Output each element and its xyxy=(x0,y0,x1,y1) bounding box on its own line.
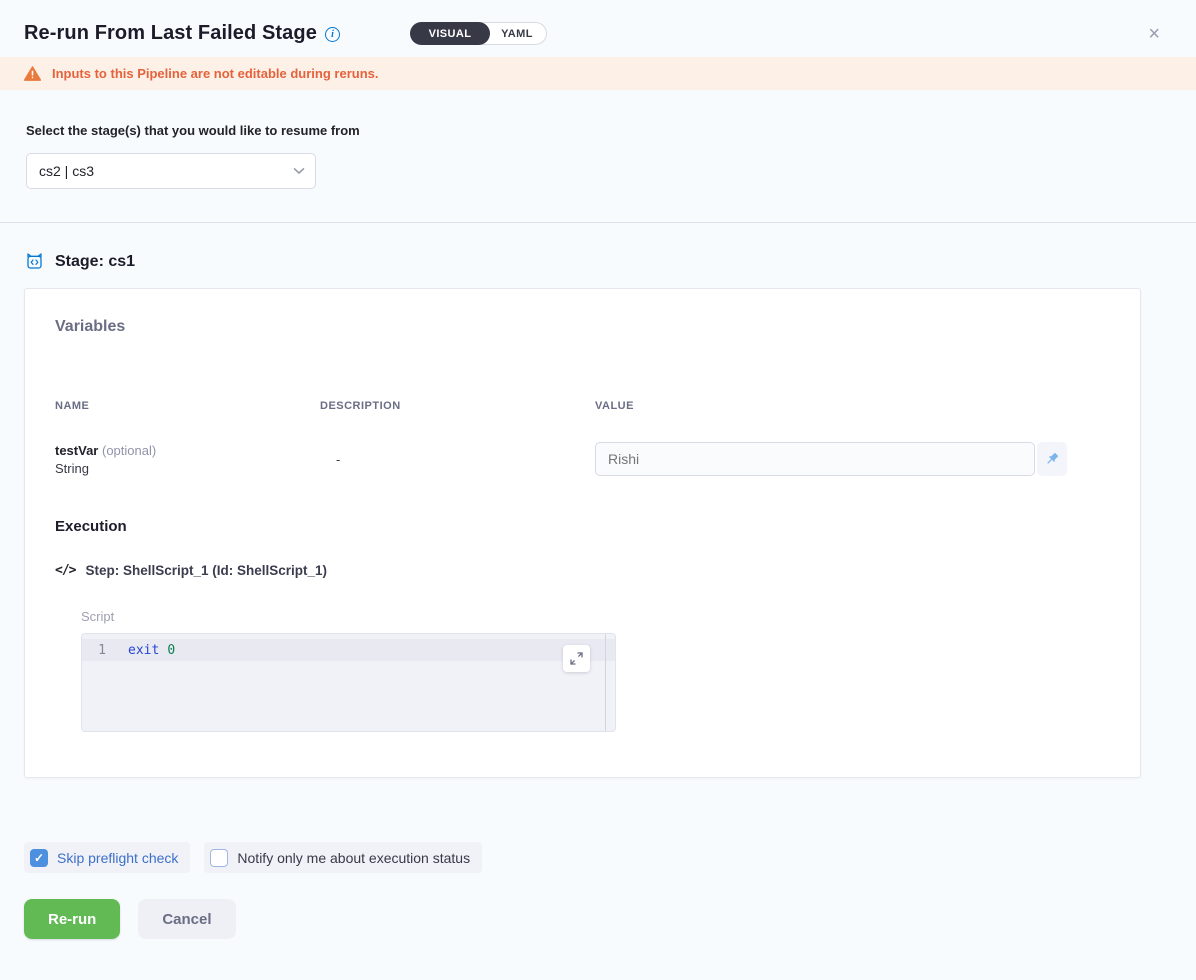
stage-select-label: Select the stage(s) that you would like … xyxy=(26,123,1170,138)
skip-preflight-label: Skip preflight check xyxy=(57,850,178,866)
notify-me-option[interactable]: Notify only me about execution status xyxy=(204,842,482,873)
variable-description: - xyxy=(320,452,595,467)
skip-preflight-option[interactable]: Skip preflight check xyxy=(24,842,190,873)
skip-preflight-checkbox[interactable] xyxy=(30,849,48,867)
code-step-icon: </> xyxy=(55,563,75,578)
modal-header: Re-run From Last Failed Stage i VISUAL Y… xyxy=(0,0,1196,57)
script-field-label: Script xyxy=(81,609,1110,624)
editor-scrollbar[interactable] xyxy=(605,634,606,731)
script-code-editor[interactable]: 1 exit 0 xyxy=(81,633,616,732)
variable-name-cell: testVar (optional) String xyxy=(55,443,320,476)
column-description: DESCRIPTION xyxy=(320,400,595,412)
notify-me-checkbox[interactable] xyxy=(210,849,228,867)
stage-select-dropdown[interactable]: cs2 | cs3 xyxy=(26,153,316,189)
warning-triangle-icon xyxy=(24,66,41,81)
code-line: 1 exit 0 xyxy=(82,639,615,661)
variable-value-cell xyxy=(595,442,1110,476)
pin-icon[interactable] xyxy=(1037,442,1067,476)
page-title: Re-run From Last Failed Stage xyxy=(24,22,317,45)
warning-text: Inputs to this Pipeline are not editable… xyxy=(52,66,378,81)
chevron-down-icon xyxy=(293,167,305,175)
step-label: Step: ShellScript_1 (Id: ShellScript_1) xyxy=(85,563,327,578)
stage-form-card: Variables NAME DESCRIPTION VALUE testVar… xyxy=(24,288,1141,778)
line-number: 1 xyxy=(82,643,128,658)
step-header: </> Step: ShellScript_1 (Id: ShellScript… xyxy=(55,563,1110,578)
stage-title: Stage: cs1 xyxy=(55,253,135,271)
code-number: 0 xyxy=(167,643,175,658)
warning-banner: Inputs to this Pipeline are not editable… xyxy=(0,57,1196,90)
stage-select-section: Select the stage(s) that you would like … xyxy=(0,90,1196,222)
custom-stage-icon xyxy=(24,251,45,272)
rerun-button[interactable]: Re-run xyxy=(24,899,120,939)
modal-actions: Re-run Cancel xyxy=(24,899,1196,939)
close-icon[interactable]: × xyxy=(1144,20,1164,48)
stage-select-value: cs2 | cs3 xyxy=(39,163,293,179)
execution-heading: Execution xyxy=(55,518,1110,535)
stage-section: Stage: cs1 Variables NAME DESCRIPTION VA… xyxy=(0,223,1196,778)
variables-heading: Variables xyxy=(55,318,1110,336)
tab-visual[interactable]: VISUAL xyxy=(410,22,490,45)
cancel-button[interactable]: Cancel xyxy=(138,899,235,939)
run-options: Skip preflight check Notify only me abou… xyxy=(24,842,1196,873)
variable-name: testVar xyxy=(55,443,98,458)
code-keyword: exit xyxy=(128,643,159,658)
info-icon[interactable]: i xyxy=(325,27,340,42)
expand-editor-button[interactable] xyxy=(563,645,590,672)
variable-type: String xyxy=(55,461,320,476)
variable-optional-tag: (optional) xyxy=(102,443,156,458)
notify-me-label: Notify only me about execution status xyxy=(237,850,470,866)
column-name: NAME xyxy=(55,400,320,412)
column-value: VALUE xyxy=(595,400,1110,412)
variable-value-input[interactable] xyxy=(595,442,1035,476)
visual-yaml-toggle: VISUAL YAML xyxy=(410,22,547,45)
table-row: testVar (optional) String - xyxy=(55,442,1110,476)
variables-table-header: NAME DESCRIPTION VALUE xyxy=(55,400,1110,412)
tab-yaml[interactable]: YAML xyxy=(488,23,546,44)
